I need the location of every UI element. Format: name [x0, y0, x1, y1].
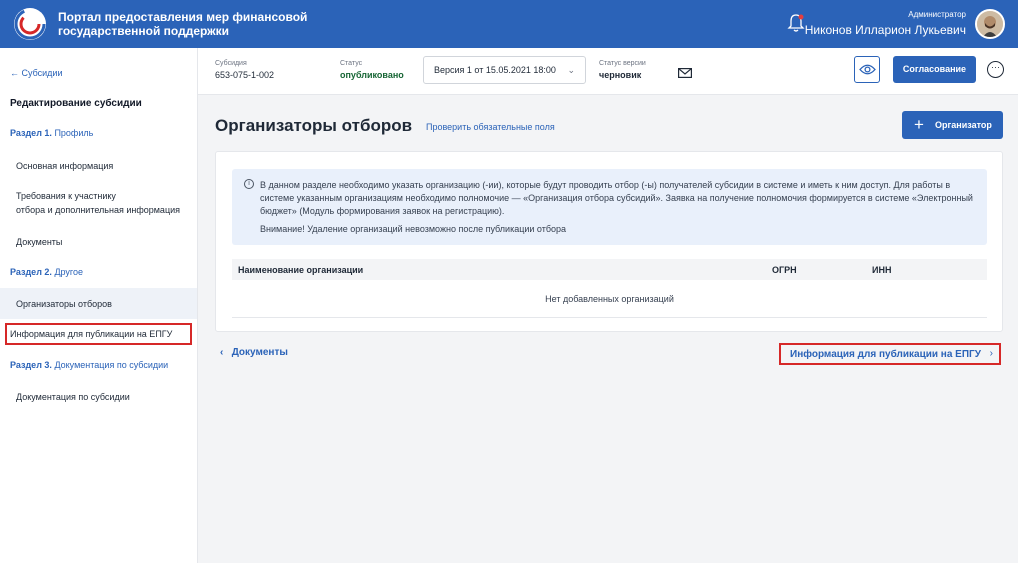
empty-table-message: Нет добавленных организаций — [232, 280, 987, 318]
prev-section-link[interactable]: ‹ Документы — [220, 347, 288, 358]
next-section-link[interactable]: Информация для публикации на ЕПГУ › — [779, 343, 1001, 365]
user-role: Администратор — [908, 10, 966, 19]
page-title: Организаторы отборов — [215, 116, 413, 135]
chevron-left-icon: ‹ — [220, 347, 224, 358]
info-text: В данном разделе необходимо указать орга… — [260, 180, 973, 216]
sidebar-item-requirements[interactable]: Требования к участнику отбора и дополнит… — [16, 189, 180, 217]
plus-icon: + — [914, 115, 924, 134]
version-status-label: Статус версии — [599, 60, 646, 67]
subsidy-toolbar: Субсидия 653-075-1-002 Статус опубликова… — [198, 48, 1018, 95]
approval-button[interactable]: Согласование — [893, 56, 976, 83]
sidebar-item-documents[interactable]: Документы — [16, 235, 62, 249]
user-name[interactable]: Никонов Илларион Лукьевич — [805, 23, 966, 37]
chevron-right-icon: › — [989, 348, 993, 359]
chevron-down-icon: ⌄ — [567, 65, 575, 75]
portal-title: Портал предоставления мер финансовой гос… — [58, 10, 308, 38]
sidebar: ← Субсидии Редактирование субсидии Разде… — [0, 48, 198, 563]
subsidy-label: Субсидия — [215, 60, 247, 67]
info-icon: i — [244, 179, 254, 189]
column-org-name[interactable]: Наименование организации — [238, 265, 363, 275]
sidebar-item-epgu-info[interactable]: Информация для публикации на ЕПГУ — [10, 327, 172, 341]
info-notice: i В данном разделе необходимо указать ор… — [232, 169, 987, 245]
status-label: Статус — [340, 60, 363, 67]
bell-icon[interactable] — [787, 13, 805, 33]
column-ogrn[interactable]: ОГРН — [772, 265, 797, 275]
version-select[interactable]: Версия 1 от 15.05.2021 18:00 ⌄ — [423, 56, 586, 84]
mail-icon[interactable] — [678, 65, 693, 79]
version-status-value: черновик — [599, 70, 642, 80]
sidebar-item-subsidy-docs[interactable]: Документация по субсидии — [16, 390, 130, 404]
preview-button[interactable] — [854, 56, 880, 83]
more-options-icon[interactable]: ··· — [987, 61, 1004, 78]
sidebar-item-organizers[interactable]: Организаторы отборов — [16, 297, 112, 311]
sidebar-item-main-info[interactable]: Основная информация — [16, 159, 113, 173]
organizers-card: i В данном разделе необходимо указать ор… — [215, 151, 1003, 332]
column-inn[interactable]: ИНН — [872, 265, 891, 275]
back-to-subsidies-link[interactable]: ← Субсидии — [10, 68, 63, 78]
sidebar-heading: Редактирование субсидии — [10, 98, 142, 109]
sidebar-section-1[interactable]: Раздел 1. Профиль — [10, 128, 93, 138]
sidebar-section-3[interactable]: Раздел 3. Документация по субсидии — [10, 360, 168, 370]
portal-logo-icon[interactable] — [14, 8, 46, 40]
table-header: Наименование организации ОГРН ИНН — [232, 259, 987, 280]
add-organizer-button[interactable]: + Организатор — [902, 111, 1003, 139]
avatar[interactable] — [975, 9, 1005, 39]
top-header: Портал предоставления мер финансовой гос… — [0, 0, 1018, 48]
status-badge: опубликовано — [340, 70, 404, 80]
check-required-fields-link[interactable]: Проверить обязательные поля — [426, 122, 555, 132]
sidebar-section-2[interactable]: Раздел 2. Другое — [10, 267, 83, 277]
eye-icon — [859, 64, 876, 75]
info-warning: Внимание! Удаление организаций невозможн… — [260, 224, 567, 234]
subsidy-number: 653-075-1-002 — [215, 70, 275, 80]
